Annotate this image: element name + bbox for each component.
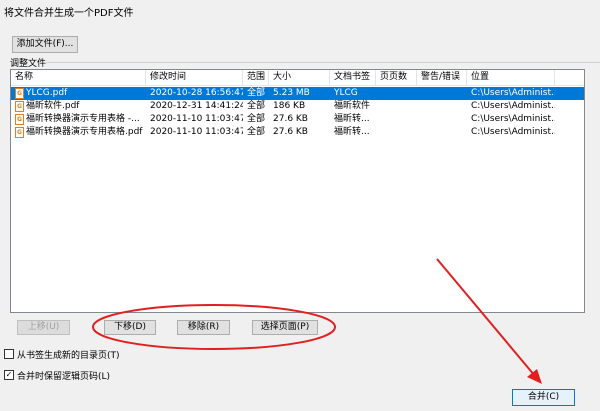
annotation-ellipse xyxy=(92,304,336,350)
toc-from-bookmarks-checkbox[interactable] xyxy=(4,349,14,359)
toc-from-bookmarks-label[interactable]: 从书签生成新的目录页(T) xyxy=(17,348,120,361)
keep-logical-pages-checkbox[interactable]: ✓ xyxy=(4,370,14,380)
keep-logical-pages-label[interactable]: 合并时保留逻辑页码(L) xyxy=(17,369,110,382)
merge-button[interactable]: 合并(C) xyxy=(512,389,575,406)
annotation-arrow-line xyxy=(436,258,536,377)
annotation-arrow-head xyxy=(527,369,542,384)
